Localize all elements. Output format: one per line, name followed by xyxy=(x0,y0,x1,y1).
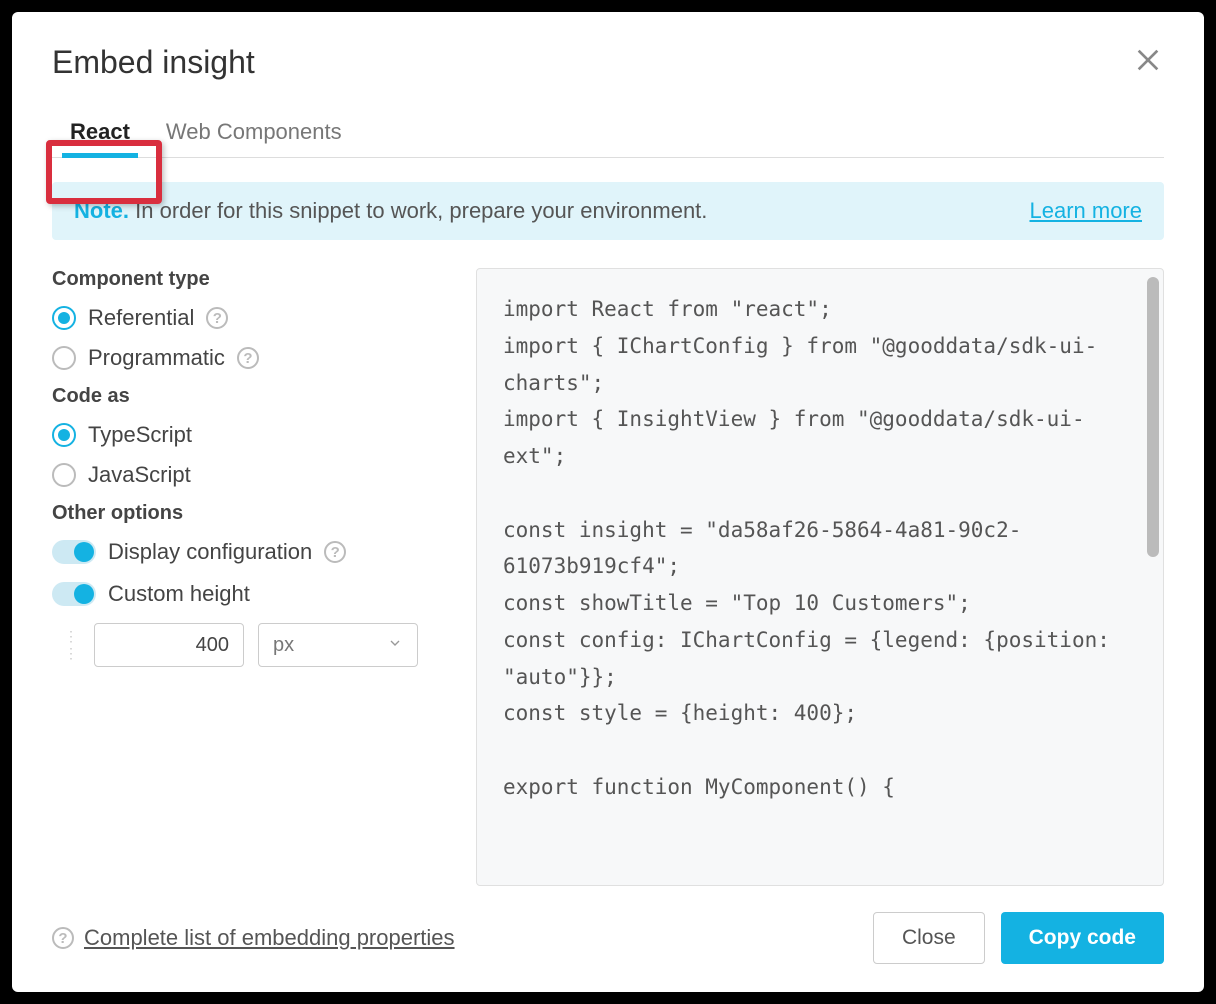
tab-react[interactable]: React xyxy=(52,109,148,157)
custom-height-row: ⋮⋮ px xyxy=(64,623,452,667)
note-body: In order for this snippet to work, prepa… xyxy=(135,198,707,223)
radio-icon xyxy=(52,306,76,330)
footer-left: ? Complete list of embedding properties xyxy=(52,925,455,951)
radio-referential[interactable]: Referential ? xyxy=(52,305,452,331)
toggle-switch xyxy=(52,540,96,564)
note-label: Note. xyxy=(74,198,129,223)
tabs: React Web Components xyxy=(52,109,1164,158)
toggle-switch xyxy=(52,582,96,606)
dialog-title: Embed insight xyxy=(52,44,255,81)
radio-icon xyxy=(52,346,76,370)
note-text: Note. In order for this snippet to work,… xyxy=(74,198,707,224)
toggle-label: Display configuration xyxy=(108,539,312,565)
help-icon[interactable]: ? xyxy=(52,927,74,949)
radio-label: Programmatic xyxy=(88,345,225,371)
height-unit-select[interactable]: px xyxy=(258,623,418,667)
height-unit-label: px xyxy=(273,634,294,657)
code-panel: import React from "react"; import { ICha… xyxy=(476,268,1164,886)
section-other-options: Other options xyxy=(52,502,452,525)
options-panel: Component type Referential ? Programmati… xyxy=(52,268,452,886)
toggle-display-configuration[interactable]: Display configuration ? xyxy=(52,539,452,565)
copy-code-button[interactable]: Copy code xyxy=(1001,912,1164,964)
embed-insight-dialog: Embed insight React Web Components Note.… xyxy=(12,12,1204,992)
close-button[interactable]: Close xyxy=(873,912,985,964)
embedding-properties-link[interactable]: Complete list of embedding properties xyxy=(84,925,455,951)
section-code-as: Code as xyxy=(52,385,452,408)
toggle-custom-height[interactable]: Custom height xyxy=(52,581,452,607)
footer-right: Close Copy code xyxy=(873,912,1164,964)
close-icon[interactable] xyxy=(1132,44,1164,76)
radio-programmatic[interactable]: Programmatic ? xyxy=(52,345,452,371)
radio-label: Referential xyxy=(88,305,194,331)
radio-label: JavaScript xyxy=(88,462,191,488)
radio-typescript[interactable]: TypeScript xyxy=(52,422,452,448)
code-content[interactable]: import React from "react"; import { ICha… xyxy=(477,269,1163,885)
help-icon[interactable]: ? xyxy=(206,307,228,329)
help-icon[interactable]: ? xyxy=(237,347,259,369)
radio-javascript[interactable]: JavaScript xyxy=(52,462,452,488)
radio-label: TypeScript xyxy=(88,422,192,448)
chevron-down-icon xyxy=(387,634,403,657)
radio-icon xyxy=(52,423,76,447)
help-icon[interactable]: ? xyxy=(324,541,346,563)
tab-web-components[interactable]: Web Components xyxy=(148,109,360,157)
scrollbar-thumb[interactable] xyxy=(1147,277,1159,557)
drag-dots-icon: ⋮⋮ xyxy=(64,628,80,662)
note-banner: Note. In order for this snippet to work,… xyxy=(52,182,1164,240)
radio-icon xyxy=(52,463,76,487)
toggle-label: Custom height xyxy=(108,581,250,607)
content-area: Component type Referential ? Programmati… xyxy=(52,268,1164,886)
height-input[interactable] xyxy=(94,623,244,667)
section-component-type: Component type xyxy=(52,268,452,291)
dialog-footer: ? Complete list of embedding properties … xyxy=(52,912,1164,964)
learn-more-link[interactable]: Learn more xyxy=(1029,198,1142,224)
dialog-header: Embed insight xyxy=(52,44,1164,81)
